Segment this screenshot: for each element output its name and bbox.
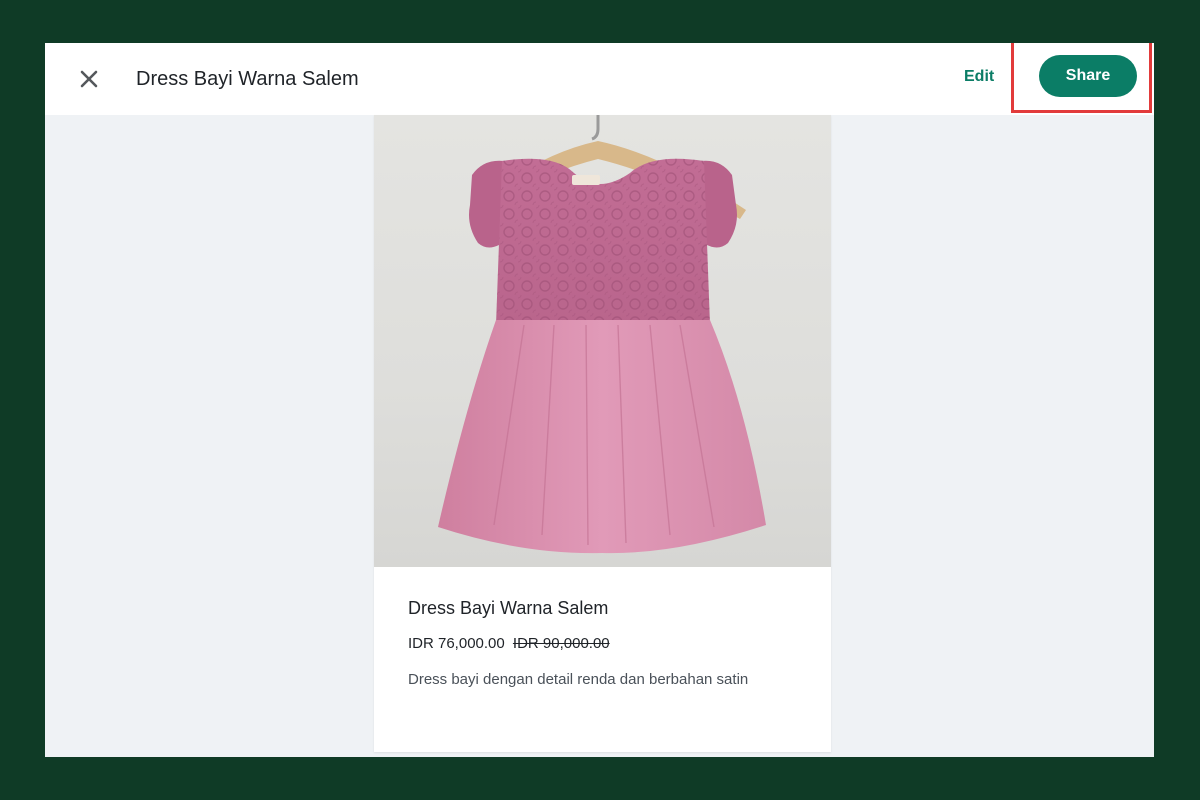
edit-button[interactable]: Edit [964, 65, 994, 89]
close-icon [80, 70, 98, 88]
close-button[interactable] [75, 65, 103, 93]
sale-price: IDR 76,000.00 [408, 635, 505, 652]
product-name: Dress Bayi Warna Salem [408, 598, 609, 618]
price-row: IDR 76,000.00 IDR 90,000.00 [408, 633, 798, 655]
dialog-header: Dress Bayi Warna Salem Edit Share [45, 43, 1154, 115]
share-button[interactable]: Share [1039, 55, 1137, 97]
original-price: IDR 90,000.00 [512, 635, 610, 652]
product-description: Dress bayi dengan detail renda dan berba… [408, 671, 749, 688]
page-title: Dress Bayi Warna Salem [136, 68, 359, 90]
product-details: Dress Bayi Warna Salem IDR 76,000.00 IDR… [408, 595, 798, 691]
dress-illustration [438, 115, 766, 554]
product-image [374, 115, 831, 567]
catalog-item-dialog: Dress Bayi Warna Salem Edit Share Dress … [45, 43, 1154, 757]
product-card: Dress Bayi Warna Salem IDR 76,000.00 IDR… [374, 115, 831, 752]
